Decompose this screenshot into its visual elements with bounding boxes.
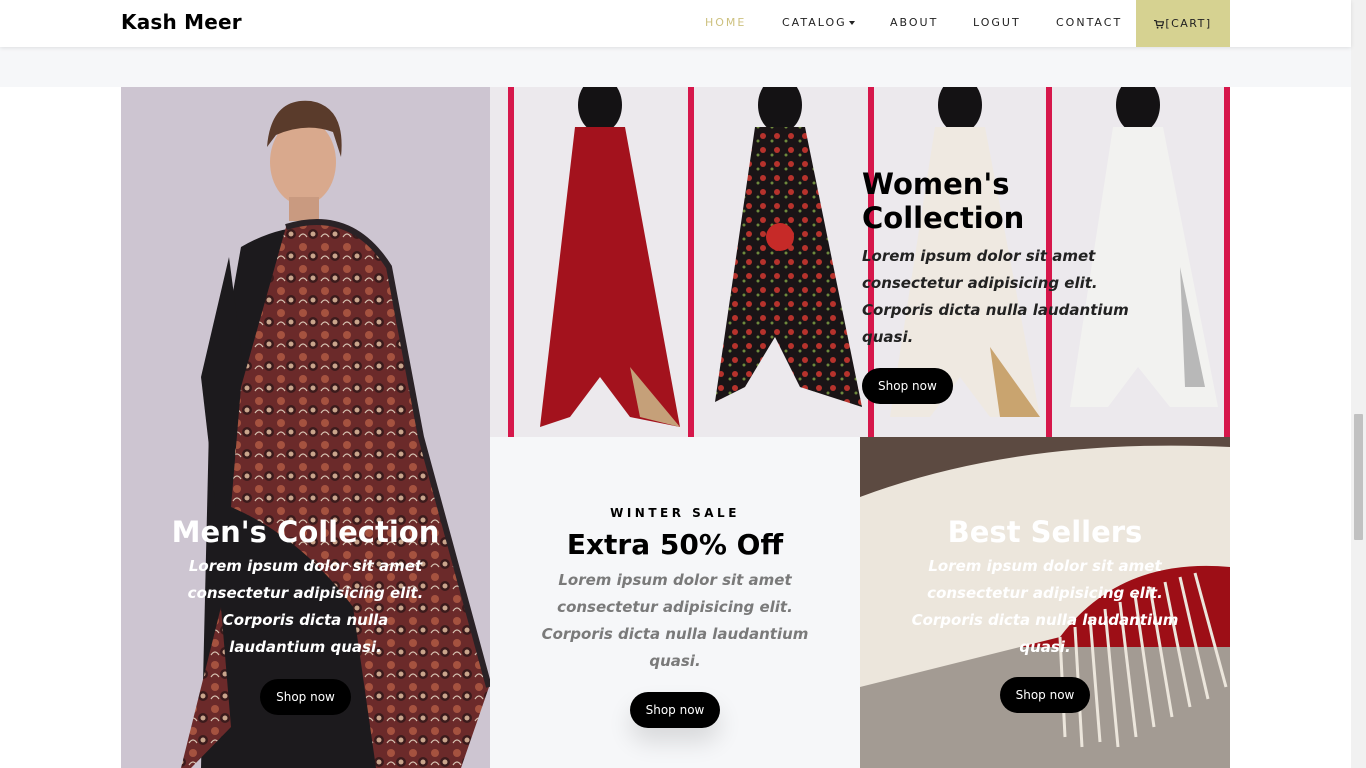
womens-collection-tile: Women's Collection Lorem ipsum dolor sit… [490,87,1230,437]
nav-about[interactable]: ABOUT [890,16,938,29]
mens-collection-content: Men's Collection Lorem ipsum dolor sit a… [121,515,490,715]
top-navbar: Kash Meer HOME CATALOG ABOUT LOGUT CONTA… [0,0,1351,47]
mens-collection-tile: Men's Collection Lorem ipsum dolor sit a… [121,87,490,768]
best-sellers-title: Best Sellers [947,515,1143,549]
best-sellers-text: Lorem ipsum dolor sit amet consectetur a… [911,557,1179,656]
nav-logout[interactable]: LOGUT [973,16,1021,29]
best-shop-now-button[interactable]: Shop now [999,677,1091,713]
cart-icon [1154,19,1165,29]
brand-logo[interactable]: Kash Meer [121,10,242,34]
header-spacer [0,47,1351,87]
winter-sale-title: Extra 50% Off [566,528,784,561]
best-sellers-tile: Best Sellers Lorem ipsum dolor sit amet … [860,437,1230,768]
scrollbar-thumb[interactable] [1354,414,1363,540]
nav-contact[interactable]: CONTACT [1056,16,1122,29]
winter-sale-text: Lorem ipsum dolor sit amet consectetur a… [541,571,809,670]
mens-collection-text: Lorem ipsum dolor sit amet consectetur a… [187,557,424,656]
sale-shop-now-button[interactable]: Shop now [629,692,721,728]
womens-collection-content: Women's Collection Lorem ipsum dolor sit… [862,167,1172,404]
womens-collection-text: Lorem ipsum dolor sit amet consectetur a… [862,247,1129,346]
best-sellers-content: Best Sellers Lorem ipsum dolor sit amet … [860,515,1230,713]
mens-collection-title: Men's Collection [171,515,440,549]
nav-catalog-label: CATALOG [782,16,847,29]
womens-shop-now-button[interactable]: Shop now [862,368,953,404]
winter-sale-kicker: WINTER SALE [610,506,740,520]
winter-sale-content: WINTER SALE Extra 50% Off Lorem ipsum do… [490,506,860,728]
page-scrollbar[interactable] [1351,0,1366,768]
cart-label: [CART] [1165,17,1212,30]
nav-catalog[interactable]: CATALOG [782,16,855,29]
winter-sale-tile: WINTER SALE Extra 50% Off Lorem ipsum do… [490,437,860,768]
nav-home[interactable]: HOME [705,16,746,29]
womens-collection-title: Women's Collection [862,167,1025,235]
caret-down-icon [848,21,855,25]
mens-shop-now-button[interactable]: Shop now [260,679,351,715]
nav-cart-button[interactable]: [CART] [1136,0,1230,47]
